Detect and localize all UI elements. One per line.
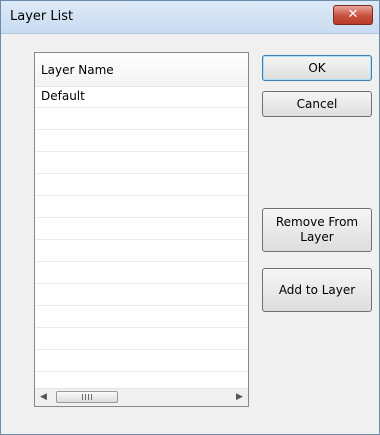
close-icon: ✕	[347, 7, 359, 22]
list-item[interactable]	[35, 350, 248, 372]
grip-icon	[82, 394, 92, 400]
list-item[interactable]: Default	[35, 86, 248, 108]
list-item[interactable]	[35, 218, 248, 240]
list-item[interactable]	[35, 108, 248, 130]
horizontal-scrollbar[interactable]: ◀ ▶	[35, 388, 248, 406]
dialog-body: Layer Name Default ◀ ▶ OK Cancel Remove …	[7, 34, 373, 428]
list-item[interactable]	[35, 130, 248, 152]
remove-from-layer-button[interactable]: Remove From Layer	[262, 208, 372, 252]
column-header-label: Layer Name	[41, 63, 114, 77]
layer-list-dialog: Layer List ✕ Layer Name Default ◀ ▶ OK C…	[0, 0, 380, 435]
cancel-button[interactable]: Cancel	[262, 91, 372, 117]
title-bar: Layer List ✕	[1, 1, 379, 34]
layer-listview[interactable]: Layer Name Default ◀ ▶	[34, 52, 249, 407]
list-item[interactable]	[35, 196, 248, 218]
list-item[interactable]	[35, 306, 248, 328]
list-item[interactable]	[35, 284, 248, 306]
scroll-thumb[interactable]	[56, 391, 118, 403]
ok-button[interactable]: OK	[262, 55, 372, 81]
list-item[interactable]	[35, 240, 248, 262]
column-header-layer-name[interactable]: Layer Name	[35, 53, 248, 87]
list-item[interactable]	[35, 262, 248, 284]
add-to-layer-button[interactable]: Add to Layer	[262, 268, 372, 312]
scroll-left-icon[interactable]: ◀	[35, 389, 52, 406]
list-item[interactable]	[35, 152, 248, 174]
list-item[interactable]	[35, 174, 248, 196]
close-button[interactable]: ✕	[333, 5, 373, 25]
layer-rows: Default	[35, 86, 248, 372]
list-item[interactable]	[35, 328, 248, 350]
window-title: Layer List	[10, 9, 74, 24]
scroll-right-icon[interactable]: ▶	[231, 389, 248, 406]
